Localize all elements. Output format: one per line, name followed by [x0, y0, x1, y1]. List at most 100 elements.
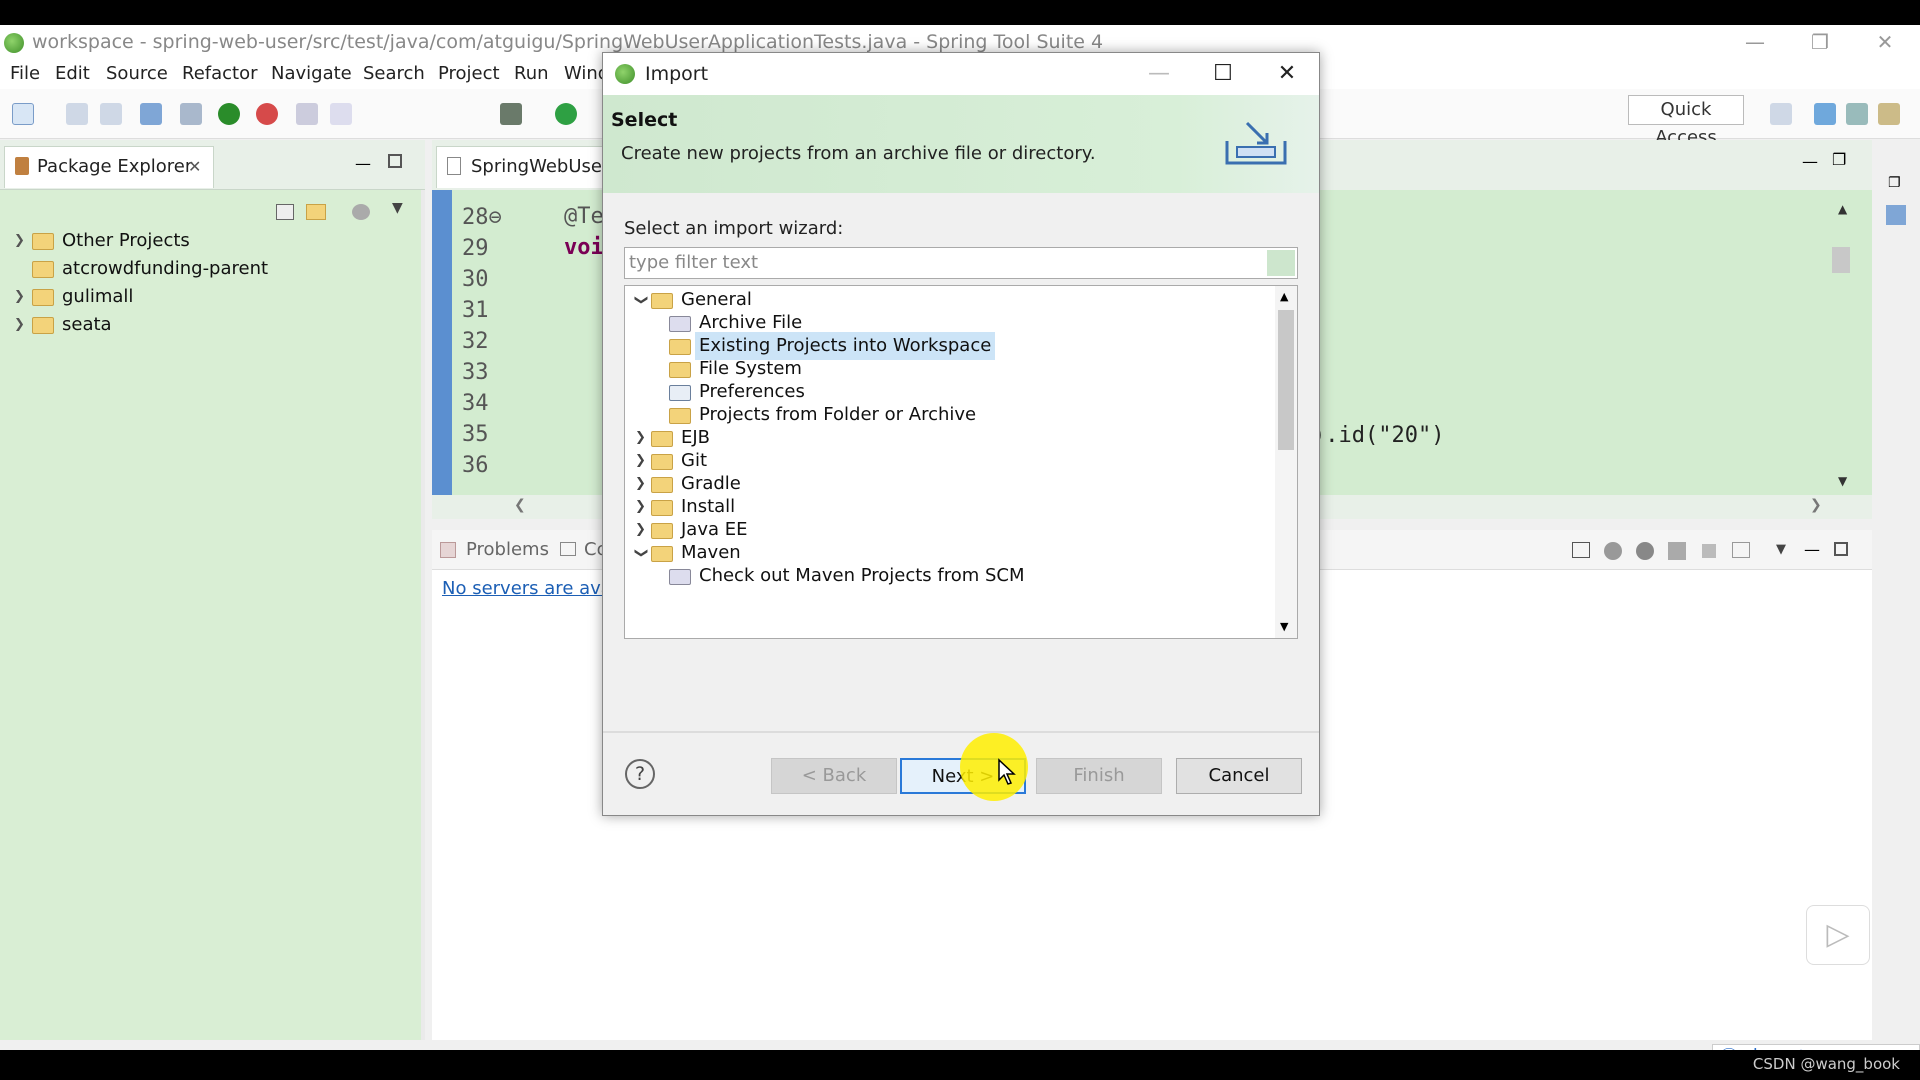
archive-icon — [669, 316, 691, 332]
debug-icon[interactable] — [500, 103, 522, 125]
restore-icon[interactable]: ❐ — [1888, 175, 1901, 191]
code-line-35: ).id("20") — [1312, 423, 1445, 448]
java-perspective-icon[interactable] — [1814, 103, 1836, 125]
collapse-icon[interactable] — [1572, 542, 1590, 558]
scroll-up-icon[interactable]: ▲ — [1280, 290, 1288, 303]
open-type-icon[interactable] — [296, 103, 318, 125]
back-button[interactable]: < Back — [771, 758, 897, 794]
cancel-button[interactable]: Cancel — [1176, 758, 1302, 794]
link-editor-icon[interactable] — [306, 204, 326, 220]
cursor-highlight — [960, 733, 1028, 801]
scroll-left-icon[interactable]: ❮ — [514, 497, 526, 513]
folder-open-icon — [651, 293, 673, 309]
line-number: 28⊖ — [462, 205, 502, 230]
line-numbers: 28⊖ 29 30 31 32 33 34 35 36 — [462, 202, 532, 481]
restore-icon[interactable]: ❐ — [1790, 25, 1850, 59]
stop-server-icon[interactable] — [1702, 544, 1716, 558]
folder-icon — [651, 500, 673, 516]
save-icon[interactable] — [66, 103, 88, 125]
terminal-icon[interactable] — [140, 103, 162, 125]
boot-dashboard-icon[interactable] — [218, 103, 240, 125]
filter-placeholder: type filter text — [629, 252, 759, 273]
maximize-icon[interactable]: ☐ — [1193, 53, 1253, 95]
import-dialog: Import — ☐ ✕ Select Create new projects … — [602, 52, 1320, 816]
editor-scroll-thumb[interactable] — [1832, 247, 1850, 273]
line-number: 31 — [462, 298, 489, 323]
watermark: CSDN @wang_book — [1752, 1055, 1900, 1073]
line-number: 36 — [462, 453, 489, 478]
editor-tab-label: SpringWebUserA — [471, 156, 622, 177]
spring-perspective-icon[interactable] — [1878, 103, 1900, 125]
close-icon[interactable]: ✕ — [1257, 53, 1317, 95]
project-icon — [32, 289, 54, 306]
dialog-title: Import — [645, 63, 709, 85]
help-button[interactable]: ? — [625, 759, 655, 789]
right-trim: ❐ — [1882, 165, 1912, 245]
editor-gutter — [432, 190, 452, 495]
finish-button[interactable]: Finish — [1036, 758, 1162, 794]
line-number: 34 — [462, 391, 489, 416]
menu-search[interactable]: Search — [363, 59, 425, 89]
code-keyword: voi — [564, 235, 604, 260]
scroll-right-icon[interactable]: ❯ — [1810, 497, 1822, 513]
start-server-icon[interactable] — [1636, 542, 1654, 560]
close-tab-icon[interactable]: ✕ — [188, 147, 201, 187]
debug-perspective-icon[interactable] — [1846, 103, 1868, 125]
menu-refactor[interactable]: Refactor — [182, 59, 258, 89]
minimize-icon: — — [1148, 61, 1170, 86]
import-wizard-icon — [1225, 121, 1287, 165]
tree-scrollbar[interactable]: ▲ ▼ — [1275, 286, 1297, 638]
mark-icon[interactable] — [330, 103, 352, 125]
menu-run[interactable]: Run — [514, 59, 549, 89]
relaunch-icon[interactable] — [256, 103, 278, 125]
minimize-panel-icon[interactable]: — — [1804, 530, 1820, 570]
run-icon[interactable] — [555, 103, 577, 125]
save-all-icon[interactable] — [100, 103, 122, 125]
maximize-view-icon[interactable] — [388, 154, 402, 168]
menu-navigate[interactable]: Navigate — [271, 59, 352, 89]
no-servers-link[interactable]: No servers are avai — [442, 578, 617, 599]
minimize-icon[interactable]: — — [1725, 25, 1785, 59]
minimize-view-icon[interactable]: — — [355, 154, 371, 173]
disconnect-icon[interactable] — [1732, 542, 1750, 558]
tab-package-explorer[interactable]: Package Explorer ✕ — [4, 146, 214, 188]
line-number: 29 — [462, 236, 489, 261]
scroll-down-icon[interactable]: ▼ — [1280, 620, 1288, 633]
scroll-thumb[interactable] — [1278, 310, 1294, 450]
folder-icon — [651, 477, 673, 493]
view-menu-icon[interactable]: ▼ — [1776, 530, 1786, 570]
debug-server-icon[interactable] — [1604, 542, 1622, 560]
tab-problems[interactable]: Problems — [466, 530, 549, 570]
publish-icon[interactable] — [1668, 542, 1686, 560]
collapse-all-icon[interactable] — [276, 204, 294, 220]
new-icon[interactable] — [12, 103, 34, 125]
folder-open-icon — [651, 546, 673, 562]
menu-source[interactable]: Source — [106, 59, 168, 89]
maven-icon — [669, 569, 691, 585]
menu-file[interactable]: File — [10, 59, 40, 89]
open-perspective-icon[interactable] — [1770, 103, 1792, 125]
minimize-editor-icon[interactable]: — — [1802, 152, 1818, 171]
line-number: 32 — [462, 329, 489, 354]
ime-toolbar[interactable]: ⓪ 中 ☽ °, ⌨ ● ✎ — [1712, 1044, 1920, 1050]
clear-filter-icon[interactable] — [1267, 250, 1295, 276]
wizard-tree[interactable]: ❯ General Archive File Existing Projects… — [624, 285, 1298, 639]
filter-icon[interactable] — [352, 204, 370, 220]
line-number: 35 — [462, 422, 489, 447]
java-file-icon — [447, 157, 461, 175]
filter-input[interactable]: type filter text — [624, 247, 1298, 279]
scroll-up-icon[interactable]: ▲ — [1838, 202, 1847, 216]
close-icon[interactable]: ✕ — [1855, 25, 1915, 59]
chevron-right-icon[interactable]: ❯ — [635, 516, 646, 544]
menu-edit[interactable]: Edit — [55, 59, 90, 89]
sts-logo-icon — [4, 33, 24, 53]
skip-breakpoints-icon[interactable] — [180, 103, 202, 125]
quick-access-field[interactable]: Quick Access — [1628, 95, 1744, 148]
scroll-down-icon[interactable]: ▼ — [1838, 474, 1847, 488]
view-menu-icon[interactable]: ▼ — [392, 200, 403, 216]
restore-editor-icon[interactable]: ❐ — [1832, 150, 1846, 169]
play-overlay-icon[interactable]: ▷ — [1806, 905, 1870, 965]
outline-icon[interactable] — [1886, 205, 1906, 225]
maximize-panel-icon[interactable] — [1834, 542, 1848, 556]
menu-project[interactable]: Project — [438, 59, 500, 89]
